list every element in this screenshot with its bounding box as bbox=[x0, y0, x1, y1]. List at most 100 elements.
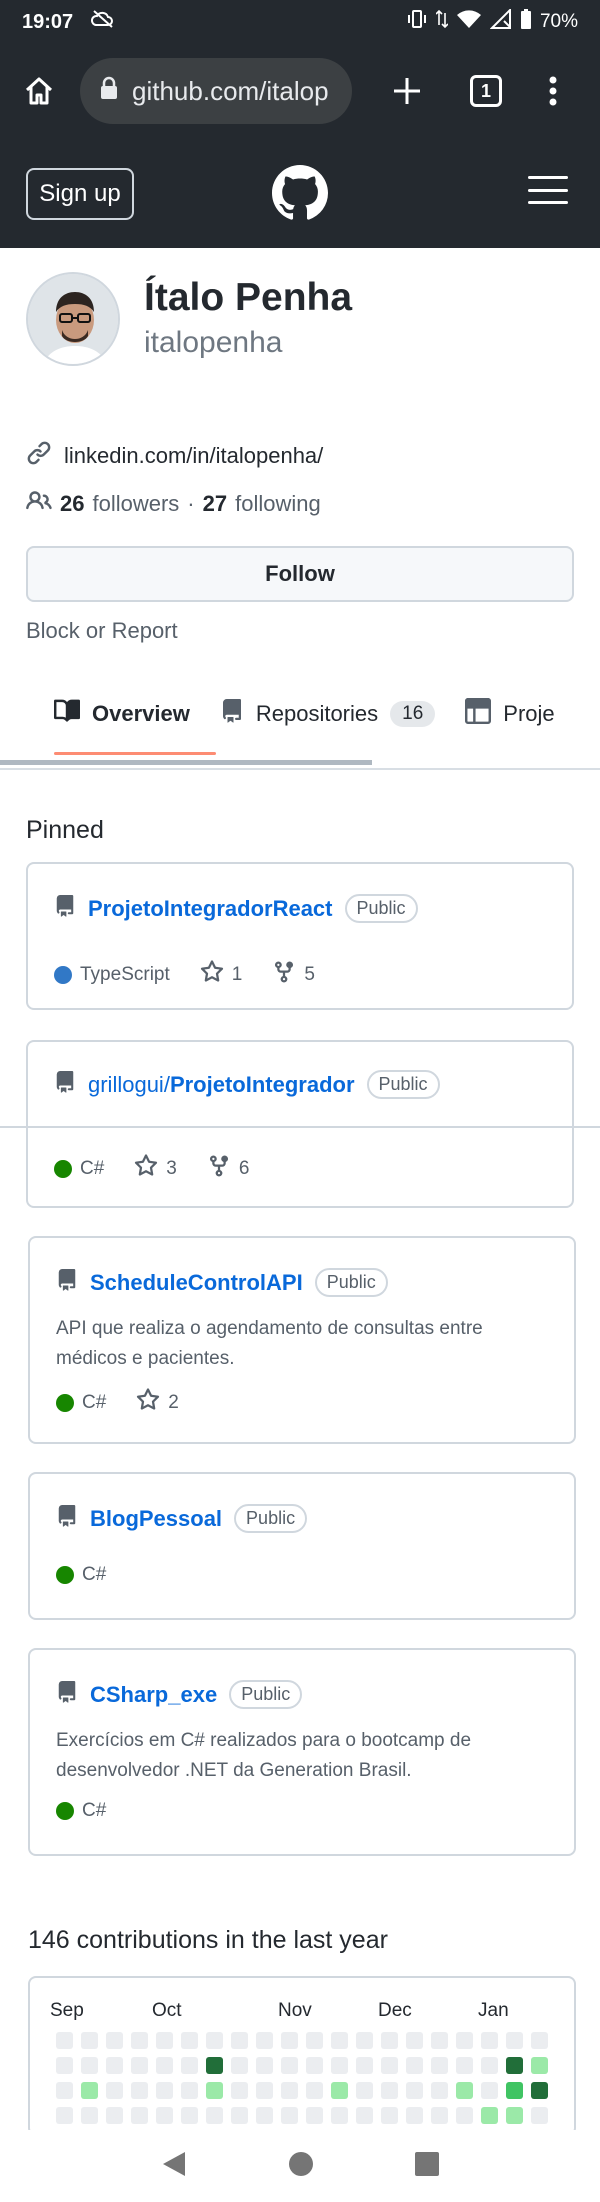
contribution-cell[interactable] bbox=[506, 2107, 523, 2124]
contribution-cell[interactable] bbox=[56, 2107, 73, 2124]
contribution-cell[interactable] bbox=[156, 2057, 173, 2074]
contribution-cell[interactable] bbox=[106, 2057, 123, 2074]
contribution-cell[interactable] bbox=[231, 2057, 248, 2074]
contribution-cell[interactable] bbox=[306, 2057, 323, 2074]
contribution-cell[interactable] bbox=[331, 2032, 348, 2049]
contribution-cell[interactable] bbox=[181, 2082, 198, 2099]
contribution-cell[interactable] bbox=[256, 2107, 273, 2124]
sign-up-button[interactable]: Sign up bbox=[26, 168, 134, 220]
contribution-cell[interactable] bbox=[381, 2032, 398, 2049]
contribution-cell[interactable] bbox=[331, 2057, 348, 2074]
forks-link[interactable]: 5 bbox=[272, 960, 315, 990]
contribution-cell[interactable] bbox=[431, 2082, 448, 2099]
contribution-cell[interactable] bbox=[431, 2057, 448, 2074]
block-report-link[interactable]: Block or Report bbox=[26, 618, 178, 644]
contribution-cell[interactable] bbox=[106, 2032, 123, 2049]
contribution-cell[interactable] bbox=[306, 2082, 323, 2099]
contribution-cell[interactable] bbox=[281, 2057, 298, 2074]
contribution-cell[interactable] bbox=[281, 2107, 298, 2124]
following-count[interactable]: 27 bbox=[203, 491, 227, 517]
contribution-cell[interactable] bbox=[381, 2107, 398, 2124]
home-icon[interactable] bbox=[12, 64, 66, 118]
contribution-cell[interactable] bbox=[506, 2032, 523, 2049]
contribution-cell[interactable] bbox=[331, 2082, 348, 2099]
contribution-cell[interactable] bbox=[56, 2082, 73, 2099]
github-logo-icon[interactable] bbox=[272, 165, 328, 226]
contribution-cell[interactable] bbox=[406, 2082, 423, 2099]
contribution-cell[interactable] bbox=[231, 2107, 248, 2124]
contribution-cell[interactable] bbox=[531, 2082, 548, 2099]
contribution-cell[interactable] bbox=[206, 2032, 223, 2049]
repo-name-link[interactable]: BlogPessoal bbox=[90, 1506, 222, 1532]
stars-link[interactable]: 1 bbox=[200, 960, 242, 990]
tabs-scrollbar[interactable] bbox=[0, 760, 372, 765]
follow-button[interactable]: Follow bbox=[26, 546, 574, 602]
profile-website-link[interactable]: linkedin.com/in/italopenha/ bbox=[64, 443, 323, 469]
contribution-cell[interactable] bbox=[431, 2107, 448, 2124]
stars-link[interactable]: 3 bbox=[134, 1154, 177, 1184]
tab-projects[interactable]: Proje bbox=[465, 684, 555, 744]
contribution-cell[interactable] bbox=[281, 2032, 298, 2049]
contribution-cell[interactable] bbox=[306, 2107, 323, 2124]
contribution-cell[interactable] bbox=[106, 2107, 123, 2124]
contribution-cell[interactable] bbox=[481, 2057, 498, 2074]
contribution-cell[interactable] bbox=[256, 2032, 273, 2049]
contribution-cell[interactable] bbox=[406, 2057, 423, 2074]
repo-name-link[interactable]: grillogui/ProjetoIntegrador bbox=[88, 1072, 355, 1098]
contribution-cell[interactable] bbox=[481, 2107, 498, 2124]
repo-name-link[interactable]: ScheduleControlAPI bbox=[90, 1270, 303, 1296]
contribution-cell[interactable] bbox=[381, 2057, 398, 2074]
url-bar[interactable]: github.com/italop bbox=[80, 58, 352, 124]
contribution-cell[interactable] bbox=[81, 2057, 98, 2074]
contribution-cell[interactable] bbox=[131, 2032, 148, 2049]
contribution-cell[interactable] bbox=[156, 2107, 173, 2124]
repo-name-link[interactable]: ProjetoIntegradorReact bbox=[88, 896, 333, 922]
contribution-cell[interactable] bbox=[131, 2082, 148, 2099]
contribution-cell[interactable] bbox=[381, 2082, 398, 2099]
home-circle-icon[interactable] bbox=[288, 2151, 314, 2182]
contribution-cell[interactable] bbox=[156, 2032, 173, 2049]
contribution-cell[interactable] bbox=[406, 2032, 423, 2049]
contribution-cell[interactable] bbox=[481, 2032, 498, 2049]
contribution-cell[interactable] bbox=[406, 2107, 423, 2124]
contribution-cell[interactable] bbox=[531, 2107, 548, 2124]
contribution-cell[interactable] bbox=[356, 2032, 373, 2049]
followers-label[interactable]: followers bbox=[92, 491, 179, 517]
contribution-cell[interactable] bbox=[81, 2082, 98, 2099]
contribution-cell[interactable] bbox=[506, 2082, 523, 2099]
tab-repositories[interactable]: Repositories 16 bbox=[220, 684, 436, 744]
contribution-cell[interactable] bbox=[481, 2082, 498, 2099]
tab-overview[interactable]: Overview bbox=[54, 684, 190, 744]
contribution-cell[interactable] bbox=[106, 2082, 123, 2099]
contribution-cell[interactable] bbox=[131, 2057, 148, 2074]
contribution-cell[interactable] bbox=[181, 2057, 198, 2074]
contribution-cell[interactable] bbox=[56, 2032, 73, 2049]
contribution-cell[interactable] bbox=[456, 2082, 473, 2099]
contribution-cell[interactable] bbox=[456, 2032, 473, 2049]
contribution-cell[interactable] bbox=[356, 2082, 373, 2099]
contribution-cell[interactable] bbox=[231, 2032, 248, 2049]
tab-switcher-button[interactable]: 1 bbox=[459, 64, 513, 118]
contribution-cell[interactable] bbox=[456, 2057, 473, 2074]
contribution-cell[interactable] bbox=[181, 2032, 198, 2049]
followers-count[interactable]: 26 bbox=[60, 491, 84, 517]
contribution-cell[interactable] bbox=[181, 2107, 198, 2124]
contribution-cell[interactable] bbox=[81, 2032, 98, 2049]
contribution-cell[interactable] bbox=[531, 2032, 548, 2049]
contribution-cell[interactable] bbox=[206, 2057, 223, 2074]
contribution-cell[interactable] bbox=[131, 2107, 148, 2124]
contribution-cell[interactable] bbox=[231, 2082, 248, 2099]
contribution-cell[interactable] bbox=[256, 2082, 273, 2099]
recents-icon[interactable] bbox=[415, 2151, 440, 2181]
contribution-cell[interactable] bbox=[306, 2032, 323, 2049]
contribution-cell[interactable] bbox=[356, 2107, 373, 2124]
menu-icon[interactable] bbox=[528, 176, 568, 204]
contribution-cell[interactable] bbox=[206, 2107, 223, 2124]
contribution-cell[interactable] bbox=[206, 2082, 223, 2099]
new-tab-icon[interactable] bbox=[380, 64, 434, 118]
contribution-cell[interactable] bbox=[281, 2082, 298, 2099]
stars-link[interactable]: 2 bbox=[136, 1388, 179, 1418]
contribution-cell[interactable] bbox=[156, 2082, 173, 2099]
avatar[interactable] bbox=[26, 272, 120, 366]
repo-name-link[interactable]: CSharp_exe bbox=[90, 1682, 217, 1708]
